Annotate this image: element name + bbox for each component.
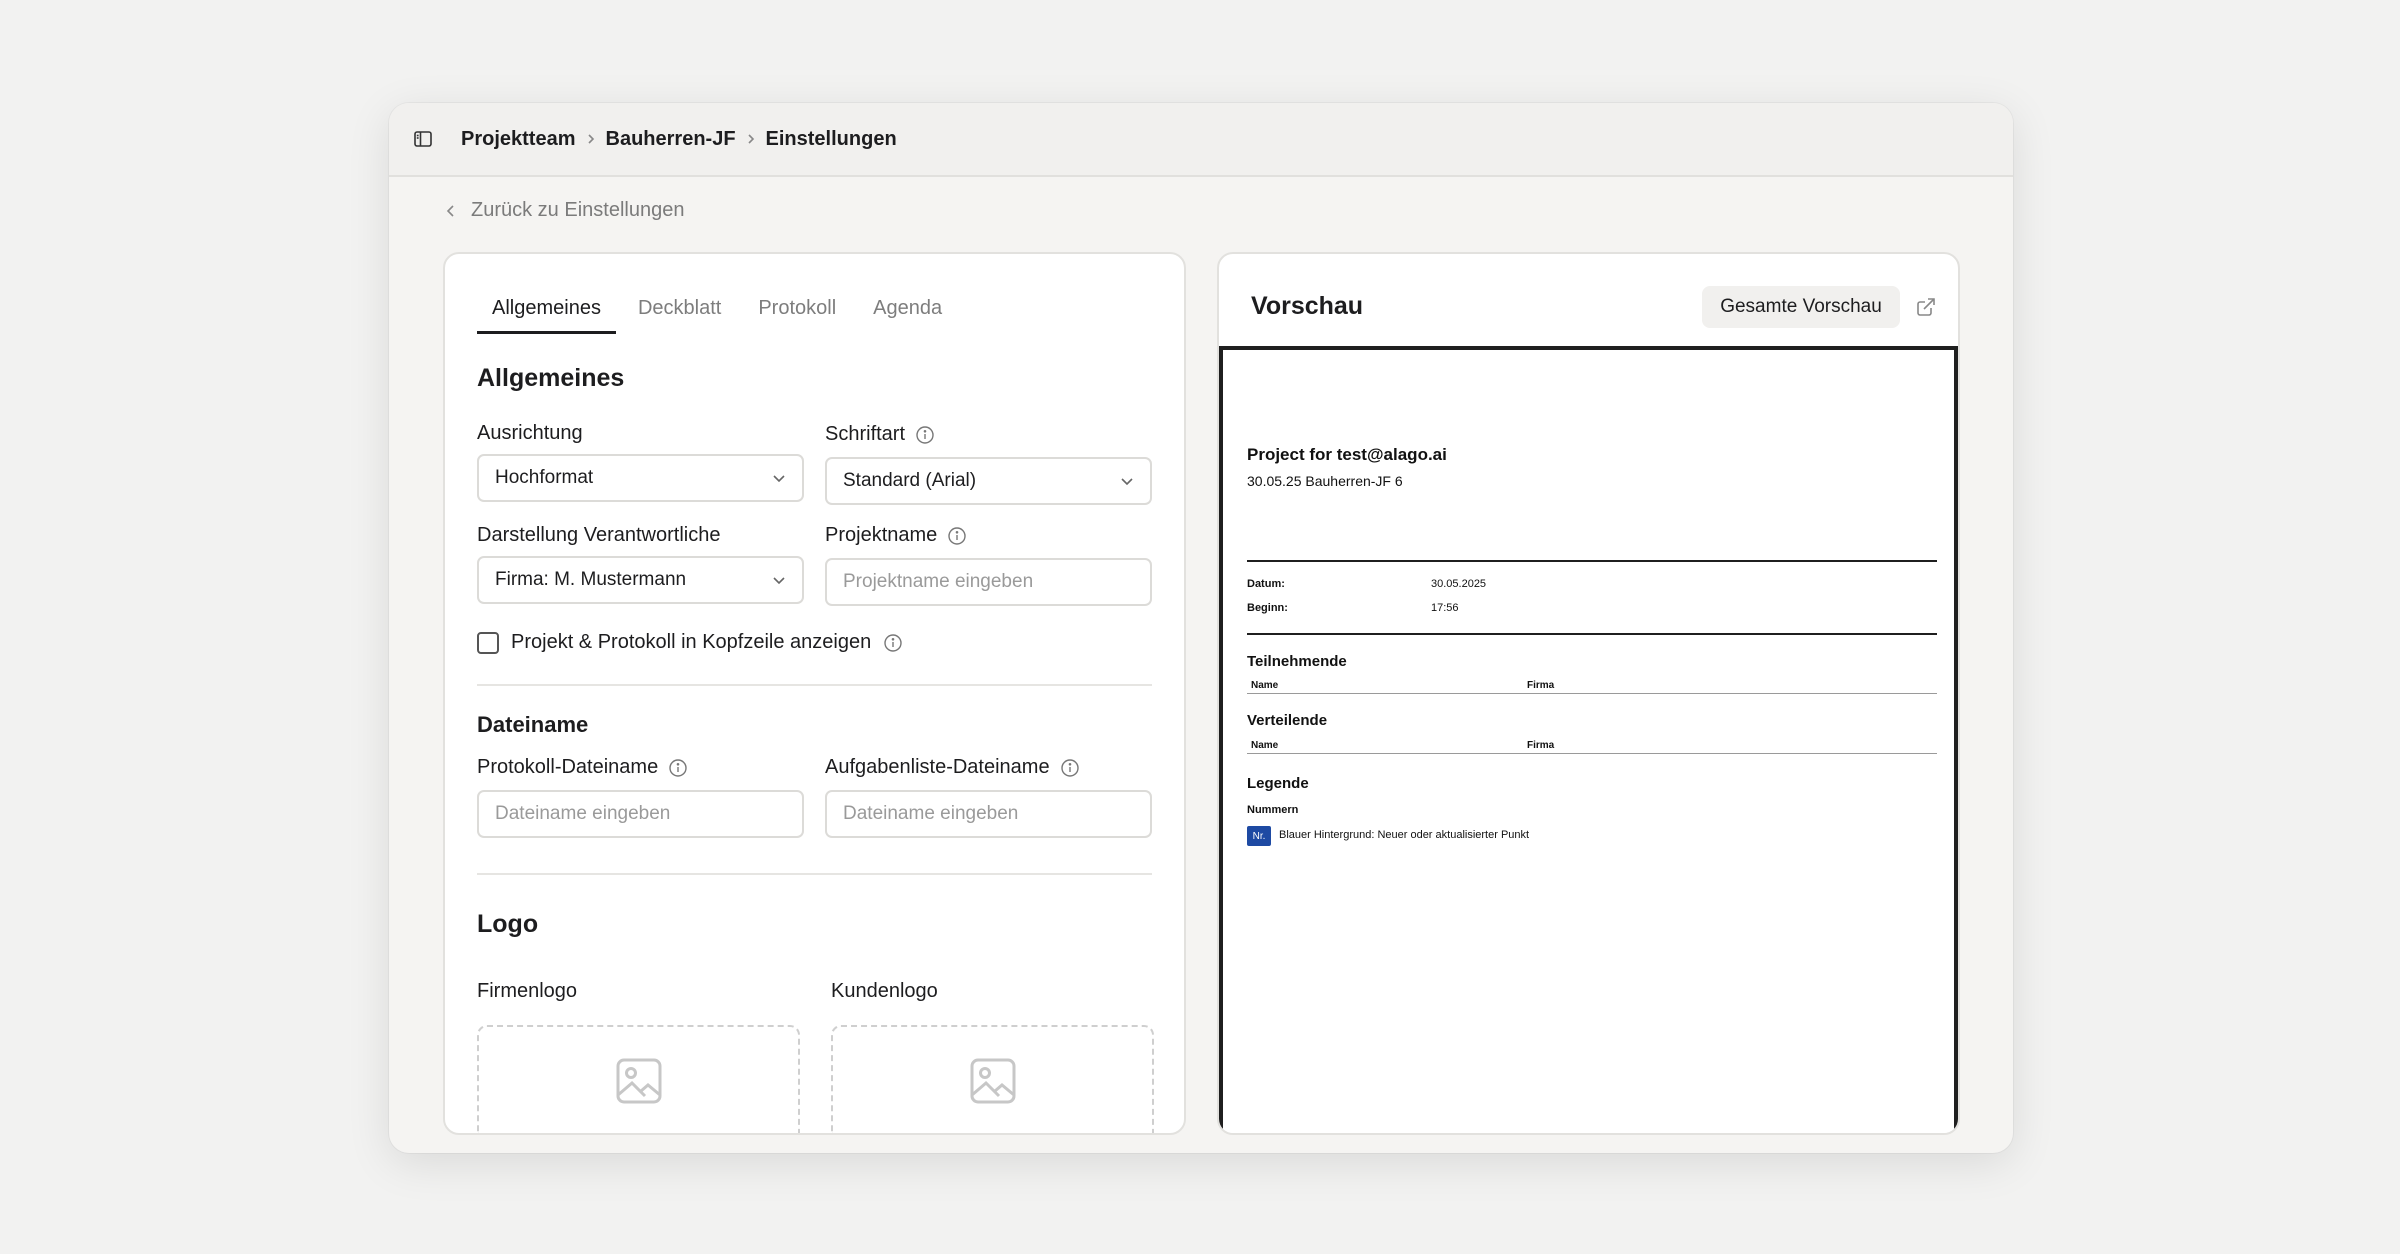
divider — [477, 684, 1152, 686]
chevron-right-icon — [576, 133, 606, 145]
document-preview: Project for test@alago.ai 30.05.25 Bauhe… — [1219, 346, 1958, 1133]
client-logo-label: Kundenlogo — [831, 980, 938, 1003]
doc-table-rule — [1247, 753, 1937, 754]
responsible-select[interactable]: Firma: M. Mustermann — [477, 556, 804, 604]
image-icon — [969, 1057, 1017, 1105]
chevron-down-icon — [772, 474, 786, 483]
back-link-label: Zurück zu Einstellungen — [471, 199, 685, 221]
orientation-label: Ausrichtung — [477, 422, 583, 445]
doc-distributors-title: Verteilende — [1247, 712, 1328, 729]
divider — [477, 873, 1152, 875]
external-link-icon[interactable] — [1915, 296, 1937, 318]
settings-panel: Allgemeines Deckblatt Protokoll Agenda A… — [443, 252, 1186, 1135]
font-select[interactable]: Standard (Arial) — [825, 457, 1152, 505]
chevron-left-icon — [445, 204, 457, 218]
breadcrumb-item-projektteam[interactable]: Projektteam — [461, 128, 576, 151]
font-label: Schriftart — [825, 423, 935, 446]
section-title-logo: Logo — [477, 910, 539, 938]
doc-legend-title: Legende — [1247, 775, 1309, 792]
project-name-label: Projektname — [825, 524, 967, 547]
tasklist-filename-label-text: Aufgabenliste-Dateiname — [825, 756, 1050, 778]
doc-col-name: Name — [1251, 680, 1279, 691]
orientation-value: Hochformat — [495, 467, 594, 488]
doc-date-label: Datum: — [1247, 578, 1285, 590]
tab-protokoll[interactable]: Protokoll — [743, 294, 851, 334]
image-icon — [615, 1057, 663, 1105]
sidebar-toggle-icon[interactable] — [409, 125, 437, 153]
tasklist-filename-label: Aufgabenliste-Dateiname — [825, 756, 1080, 779]
protocol-filename-label: Protokoll-Dateiname — [477, 756, 688, 779]
header-checkbox-row: Projekt & Protokoll in Kopfzeile anzeige… — [477, 631, 903, 654]
tab-allgemeines[interactable]: Allgemeines — [477, 294, 616, 334]
doc-legend-text: Blauer Hintergrund: Neuer oder aktualisi… — [1279, 829, 1530, 841]
protocol-filename-label-text: Protokoll-Dateiname — [477, 756, 659, 778]
info-icon[interactable] — [883, 633, 903, 653]
project-name-label-text: Projektname — [825, 524, 938, 546]
client-logo-dropzone[interactable] — [831, 1025, 1154, 1133]
protocol-filename-input[interactable]: Dateiname eingeben — [477, 790, 804, 838]
section-title-general: Allgemeines — [477, 364, 625, 392]
back-to-settings-link[interactable]: Zurück zu Einstellungen — [445, 199, 684, 222]
doc-legend-numbers: Nummern — [1247, 804, 1299, 816]
breadcrumb-item-einstellungen: Einstellungen — [765, 127, 897, 150]
doc-start-value: 17:56 — [1431, 602, 1459, 614]
header-checkbox-label[interactable]: Projekt & Protokoll in Kopfzeile anzeige… — [511, 631, 871, 654]
doc-date-value: 30.05.2025 — [1431, 578, 1487, 590]
responsible-value: Firma: M. Mustermann — [495, 569, 687, 590]
header-checkbox[interactable] — [477, 631, 499, 654]
orientation-label-text: Ausrichtung — [477, 422, 583, 444]
info-icon[interactable] — [668, 758, 688, 778]
settings-tabs: Allgemeines Deckblatt Protokoll Agenda — [477, 294, 964, 334]
project-name-placeholder: Projektname eingeben — [843, 571, 1034, 592]
preview-title: Vorschau — [1251, 292, 1364, 320]
info-icon[interactable] — [947, 526, 967, 546]
doc-rule — [1247, 633, 1937, 635]
project-name-input[interactable]: Projektname eingeben — [825, 558, 1152, 606]
preview-panel: Vorschau Gesamte Vorschau Project for te… — [1217, 252, 1960, 1135]
company-logo-dropzone[interactable] — [477, 1025, 800, 1133]
section-title-filename: Dateiname — [477, 712, 589, 737]
breadcrumb-item-bauherren[interactable]: Bauherren-JF — [606, 128, 736, 151]
company-logo-label: Firmenlogo — [477, 980, 577, 1003]
doc-col-company: Firma — [1527, 740, 1555, 751]
info-icon[interactable] — [1060, 758, 1080, 778]
doc-legend-badge: Nr. — [1247, 826, 1271, 846]
doc-table-rule — [1247, 693, 1937, 694]
doc-start-label: Beginn: — [1247, 602, 1288, 614]
top-bar: Projektteam Bauherren-JF Einstellungen — [389, 103, 2013, 177]
info-icon[interactable] — [915, 425, 935, 445]
company-logo-label-text: Firmenlogo — [477, 980, 578, 1002]
protocol-filename-placeholder: Dateiname eingeben — [495, 803, 671, 824]
full-preview-button[interactable]: Gesamte Vorschau — [1702, 286, 1900, 328]
tab-deckblatt[interactable]: Deckblatt — [623, 294, 736, 334]
tasklist-filename-input[interactable]: Dateiname eingeben — [825, 790, 1152, 838]
doc-subtitle: 30.05.25 Bauherren-JF 6 — [1247, 473, 1403, 489]
responsible-label-text: Darstellung Verantwortliche — [477, 524, 721, 546]
chevron-right-icon — [736, 133, 766, 145]
font-value: Standard (Arial) — [843, 470, 977, 491]
breadcrumb: Projektteam Bauherren-JF Einstellungen — [461, 128, 897, 151]
orientation-select[interactable]: Hochformat — [477, 454, 804, 502]
tasklist-filename-placeholder: Dateiname eingeben — [843, 803, 1019, 824]
client-logo-label-text: Kundenlogo — [831, 980, 938, 1002]
responsible-label: Darstellung Verantwortliche — [477, 524, 720, 547]
doc-col-company: Firma — [1527, 680, 1555, 691]
doc-rule — [1247, 560, 1937, 562]
chevron-down-icon — [1120, 477, 1134, 486]
doc-participants-title: Teilnehmende — [1247, 653, 1347, 670]
doc-project-title: Project for test@alago.ai — [1247, 445, 1447, 464]
doc-col-name: Name — [1251, 740, 1279, 751]
chevron-down-icon — [772, 576, 786, 585]
app-window: Projektteam Bauherren-JF Einstellungen Z… — [389, 103, 2013, 1153]
tab-agenda[interactable]: Agenda — [858, 294, 957, 334]
font-label-text: Schriftart — [825, 423, 906, 445]
